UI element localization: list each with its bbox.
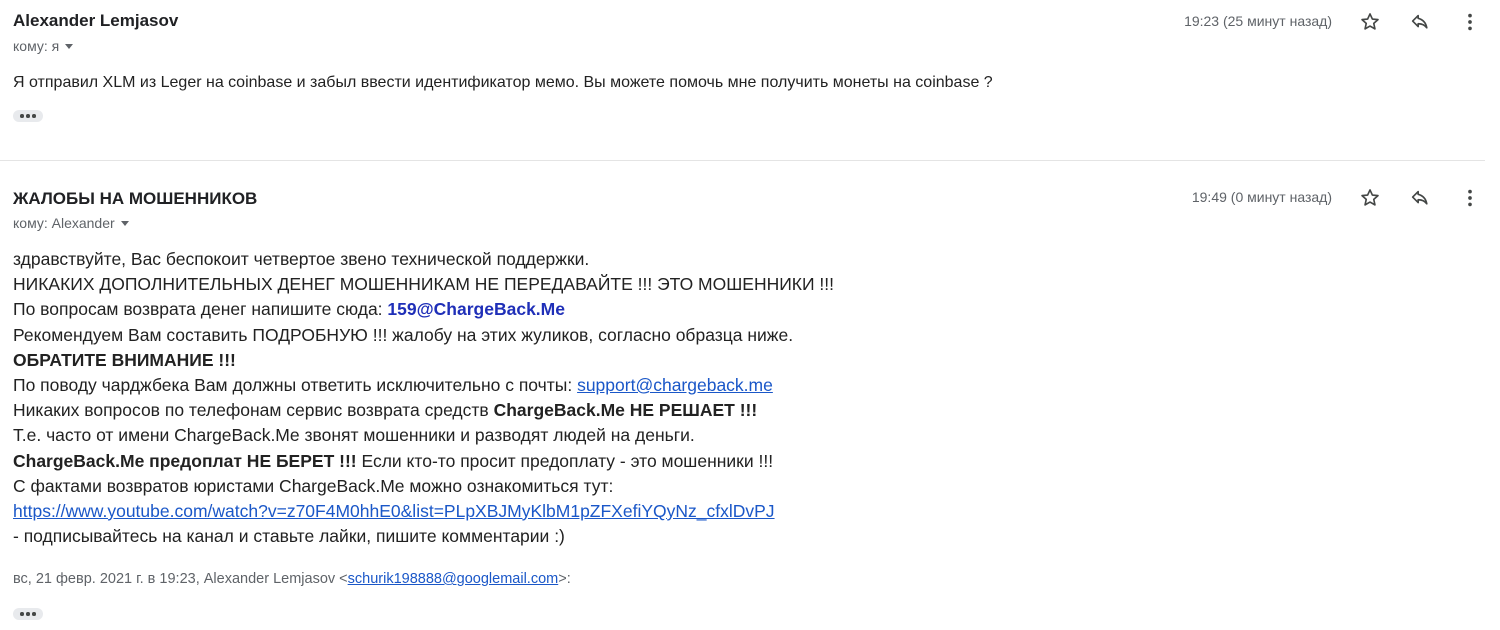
chevron-down-icon[interactable] bbox=[120, 221, 129, 226]
body-text: Если кто-то просит предоплату - это моше… bbox=[356, 450, 774, 471]
show-trimmed-content-button[interactable] bbox=[13, 110, 43, 122]
show-trimmed-content-button[interactable] bbox=[13, 608, 43, 620]
body-line: - подписывайтесь на канал и ставьте лайк… bbox=[13, 526, 565, 547]
recipient-line[interactable]: кому: Alexander bbox=[13, 215, 129, 231]
recipient-label: кому: я bbox=[13, 38, 60, 54]
sender-name[interactable]: Alexander Lemjasov bbox=[13, 11, 178, 31]
message-body: Я отправил XLM из Leger на coinbase и за… bbox=[13, 74, 993, 91]
body-text: По поводу чарджбека Вам должны ответить … bbox=[13, 374, 578, 395]
message-time: 19:49 (0 минут назад) bbox=[1191, 189, 1332, 205]
body-line-bold: ОБРАТИТЕ ВНИМАНИЕ !!! bbox=[13, 349, 236, 370]
more-vert-icon[interactable] bbox=[1457, 185, 1483, 211]
dot bbox=[26, 114, 30, 118]
dot bbox=[20, 114, 24, 118]
star-icon[interactable] bbox=[1357, 185, 1383, 211]
body-line: Никаких вопросов по телефонам сервис воз… bbox=[13, 398, 834, 423]
quote-attribution: вс, 21 февр. 2021 г. в 19:23, Alexander … bbox=[13, 571, 571, 587]
body-line: здравствуйте, Вас беспокоит четвертое зв… bbox=[13, 249, 590, 269]
body-text: По вопросам возврата денег напишите сюда… bbox=[13, 299, 388, 320]
reply-icon[interactable] bbox=[1407, 9, 1433, 35]
quote-suffix: >: bbox=[558, 571, 571, 587]
message-1: Alexander Lemjasov кому: я 19:23 (25 мин… bbox=[0, 0, 1500, 160]
dot bbox=[20, 612, 24, 616]
chevron-down-icon[interactable] bbox=[65, 44, 74, 49]
body-text-bold: ChargeBack.Me предоплат НЕ БЕРЕТ !!! bbox=[13, 450, 357, 471]
body-line: С фактами возвратов юристами ChargeBack.… bbox=[13, 475, 614, 496]
dot bbox=[32, 612, 36, 616]
star-icon[interactable] bbox=[1357, 9, 1383, 35]
sender-name[interactable]: ЖАЛОБЫ НА МОШЕННИКОВ bbox=[13, 189, 257, 209]
message-body: здравствуйте, Вас беспокоит четвертое зв… bbox=[13, 247, 834, 549]
quote-email-link[interactable]: schurik198888@googlemail.com bbox=[348, 571, 559, 587]
dot bbox=[32, 114, 36, 118]
body-line: Рекомендуем Вам составить ПОДРОБНУЮ !!! … bbox=[13, 324, 794, 345]
body-line: По поводу чарджбека Вам должны ответить … bbox=[13, 373, 834, 398]
body-text-bold: ChargeBack.Me НЕ РЕШАЕТ !!! bbox=[493, 400, 758, 421]
recipient-line[interactable]: кому: я bbox=[13, 38, 74, 54]
body-line: По вопросам возврата денег напишите сюда… bbox=[13, 297, 834, 322]
youtube-link[interactable]: https://www.youtube.com/watch?v=z70F4M0h… bbox=[13, 501, 775, 521]
more-vert-icon[interactable] bbox=[1457, 9, 1483, 35]
recipient-label: кому: Alexander bbox=[13, 215, 115, 231]
dot bbox=[26, 612, 30, 616]
message-2: ЖАЛОБЫ НА МОШЕННИКОВ кому: Alexander 19:… bbox=[0, 161, 1500, 630]
body-line: НИКАКИХ ДОПОЛНИТЕЛЬНЫХ ДЕНЕГ МОШЕННИКАМ … bbox=[13, 274, 835, 295]
message-time: 19:23 (25 минут назад) bbox=[1184, 13, 1332, 29]
body-line: ChargeBack.Me предоплат НЕ БЕРЕТ !!! Есл… bbox=[13, 449, 834, 474]
reply-icon[interactable] bbox=[1407, 185, 1433, 211]
body-text: Никаких вопросов по телефонам сервис воз… bbox=[13, 400, 494, 421]
body-line: Т.е. часто от имени ChargeBack.Me звонят… bbox=[13, 425, 695, 446]
email-link[interactable]: support@chargeback.me bbox=[577, 375, 773, 395]
support-email-link[interactable]: 159@ChargeBack.Me bbox=[387, 299, 565, 319]
body-line: https://www.youtube.com/watch?v=z70F4M0h… bbox=[13, 499, 834, 524]
quote-prefix: вс, 21 февр. 2021 г. в 19:23, Alexander … bbox=[13, 571, 348, 587]
